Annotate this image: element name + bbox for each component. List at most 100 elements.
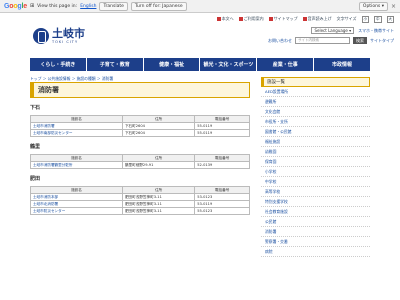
col-header-address: 住所 <box>121 186 196 194</box>
facility-phone: 55-0119 <box>194 122 250 130</box>
facility-link[interactable]: 土岐市消防本部 <box>30 193 123 201</box>
google-logo: Google <box>4 2 27 10</box>
turn-off-button[interactable]: Turn off for: Japanese <box>130 1 187 11</box>
sidebar-item[interactable]: 警察署・交番 <box>261 237 370 247</box>
sidebar-item[interactable]: 文化会館 <box>261 107 370 117</box>
sidebar-item[interactable]: 福祉施設 <box>261 137 370 147</box>
facility-link[interactable]: 土岐市消防署 <box>30 122 123 130</box>
facility-phone: 52-0139 <box>194 161 250 169</box>
facility-link[interactable]: 土岐市防災センター <box>30 207 123 215</box>
site-type-link[interactable]: サイトタイプ <box>370 38 394 44</box>
table-row: 土岐市消防本部 肥田町浅野笠神町3-11 53-0123 <box>30 193 250 201</box>
link-marker-icon <box>302 17 307 21</box>
section-heading: 下石 <box>30 105 41 111</box>
facility-address: 肥田町浅野笠神町3-11 <box>121 200 196 208</box>
facility-table: 施設名 住所 電話番号 土岐市消防本部 肥田町浅野笠神町3-11 53-0123… <box>30 186 250 215</box>
col-header-name: 施設名 <box>30 154 123 162</box>
facility-phone: 55-0123 <box>194 207 250 215</box>
facility-address: 肥田町浅野笠神町3-11 <box>121 207 196 215</box>
top-link-0[interactable]: 本文へ <box>216 16 234 22</box>
nav-item-city[interactable]: 市政情報 <box>314 58 370 71</box>
site-header: 土岐市 TOKI CITY Select Language ▾ スマホ・携帯サイ… <box>0 25 400 58</box>
sidebar-title: 施設一覧 <box>261 77 370 87</box>
col-header-address: 住所 <box>121 154 196 162</box>
logo-kanji: 土岐市 <box>52 27 85 40</box>
col-header-phone: 電話番号 <box>194 154 250 162</box>
city-emblem-icon <box>33 28 49 44</box>
facility-address: 下石町2604 <box>121 122 196 130</box>
sidebar-item[interactable]: 特別支援学校 <box>261 197 370 207</box>
sidebar-item[interactable]: 公民館 <box>261 217 370 227</box>
language-dropdown[interactable]: Select Language ▾ <box>311 27 355 34</box>
sidebar-item[interactable]: 中学校 <box>261 177 370 187</box>
section-tsurusato: 鶴里 施設名 住所 電話番号 土岐市消防署鶴里分駐所 鶴里町細野29-91 52… <box>30 143 250 169</box>
font-size-small[interactable]: 小 <box>361 15 369 23</box>
inquiry-link[interactable]: お問い合わせ <box>268 38 292 44</box>
link-marker-icon <box>216 17 221 21</box>
font-size-medium[interactable]: 中 <box>374 15 382 23</box>
facility-table: 施設名 住所 電話番号 土岐市消防署 下石町2604 55-0119 土岐市南部… <box>30 115 250 137</box>
sidebar-item[interactable]: 社会教育施設 <box>261 207 370 217</box>
page-title: 消防署 <box>30 82 250 98</box>
facility-address: 肥田町浅野笠神町3-11 <box>121 193 196 201</box>
section-hida: 肥田 施設名 住所 電話番号 土岐市消防本部 肥田町浅野笠神町3-11 53-0… <box>30 175 250 215</box>
table-header-row: 施設名 住所 電話番号 <box>30 186 250 194</box>
table-row: 土岐市防災センター 肥田町浅野笠神町3-11 55-0123 <box>30 207 250 215</box>
close-icon[interactable]: × <box>391 3 396 10</box>
font-size-label: 文字サイズ <box>336 16 357 21</box>
nav-item-living[interactable]: くらし・手続き <box>30 58 86 71</box>
font-size-large[interactable]: 大 <box>386 15 394 23</box>
facility-address: 下石町2604 <box>121 129 196 137</box>
sidebar-item[interactable]: 避難所 <box>261 97 370 107</box>
link-marker-icon <box>268 17 273 21</box>
nav-item-tourism[interactable]: 観光・文化・スポーツ <box>200 58 257 71</box>
table-header-row: 施設名 住所 電話番号 <box>30 115 250 123</box>
site-logo[interactable]: 土岐市 TOKI CITY <box>33 28 85 44</box>
global-nav: くらし・手続き 子育て・教育 健康・福祉 観光・文化・スポーツ 産業・仕事 市政… <box>30 58 370 71</box>
col-header-name: 施設名 <box>30 186 123 194</box>
sidebar-item[interactable]: 市役所・支所 <box>261 117 370 127</box>
nav-item-health[interactable]: 健康・福祉 <box>143 58 200 71</box>
facility-phone: 55-0119 <box>194 129 250 137</box>
facility-link[interactable]: 土岐市消防署鶴里分駐所 <box>30 161 123 169</box>
sidebar-item[interactable]: 小学校 <box>261 167 370 177</box>
translate-button[interactable]: Translate <box>99 1 128 11</box>
section-oroshi: 下石 施設名 住所 電話番号 土岐市消防署 下石町2604 55-0119 土岐… <box>30 104 250 137</box>
facility-link[interactable]: 土岐市南部防災センター <box>30 129 123 137</box>
sidebar-item[interactable]: AED設置場所 <box>261 87 370 97</box>
facility-phone: 53-0123 <box>194 193 250 201</box>
facility-phone: 53-0119 <box>194 200 250 208</box>
facility-table: 施設名 住所 電話番号 土岐市消防署鶴里分駐所 鶴里町細野29-91 52-01… <box>30 154 250 169</box>
table-row: 土岐市消防署鶴里分駐所 鶴里町細野29-91 52-0139 <box>30 161 250 169</box>
link-marker-icon <box>238 17 243 21</box>
view-page-text: View this page in: <box>37 3 78 9</box>
top-link-1[interactable]: ご利用案内 <box>238 16 264 22</box>
col-header-address: 住所 <box>121 115 196 123</box>
sidebar-item[interactable]: 図書館・公民館 <box>261 127 370 137</box>
sidebar-item[interactable]: 保育園 <box>261 157 370 167</box>
table-row: 土岐市南部防災センター 下石町2604 55-0119 <box>30 129 250 137</box>
nav-item-childcare[interactable]: 子育て・教育 <box>86 58 143 71</box>
sidebar-item[interactable]: 病院 <box>261 247 370 257</box>
search-input[interactable]: サイト内検索 <box>295 37 350 44</box>
sidebar-item[interactable]: 幼稚園 <box>261 147 370 157</box>
options-button[interactable]: Options ▾ <box>358 1 388 11</box>
top-link-3[interactable]: 音声読み上げ <box>302 16 332 22</box>
utility-links: 本文へ ご利用案内 サイトマップ 音声読み上げ 文字サイズ 小 中 大 <box>0 13 400 25</box>
facility-link[interactable]: 土岐市北消防署 <box>30 200 123 208</box>
language-select[interactable]: English <box>80 4 96 9</box>
section-heading: 鶴里 <box>30 144 41 150</box>
top-link-2[interactable]: サイトマップ <box>268 16 298 22</box>
table-row: 土岐市北消防署 肥田町浅野笠神町3-11 53-0119 <box>30 200 250 208</box>
nav-item-industry[interactable]: 産業・仕事 <box>257 58 314 71</box>
sidebar-item[interactable]: 消防署 <box>261 227 370 237</box>
sidebar-item[interactable]: 高等学校 <box>261 187 370 197</box>
section-heading: 肥田 <box>30 176 41 182</box>
col-header-phone: 電話番号 <box>194 186 250 194</box>
table-row: 土岐市消防署 下石町2604 55-0119 <box>30 122 250 130</box>
search-button[interactable]: 検索 <box>353 37 367 44</box>
table-header-row: 施設名 住所 電話番号 <box>30 154 250 162</box>
main-content: 消防署 下石 施設名 住所 電話番号 土岐市消防署 下石町2604 55-011… <box>30 82 250 215</box>
mobile-site-link[interactable]: スマホ・携帯サイト <box>358 28 394 34</box>
facility-address: 鶴里町細野29-91 <box>121 161 196 169</box>
